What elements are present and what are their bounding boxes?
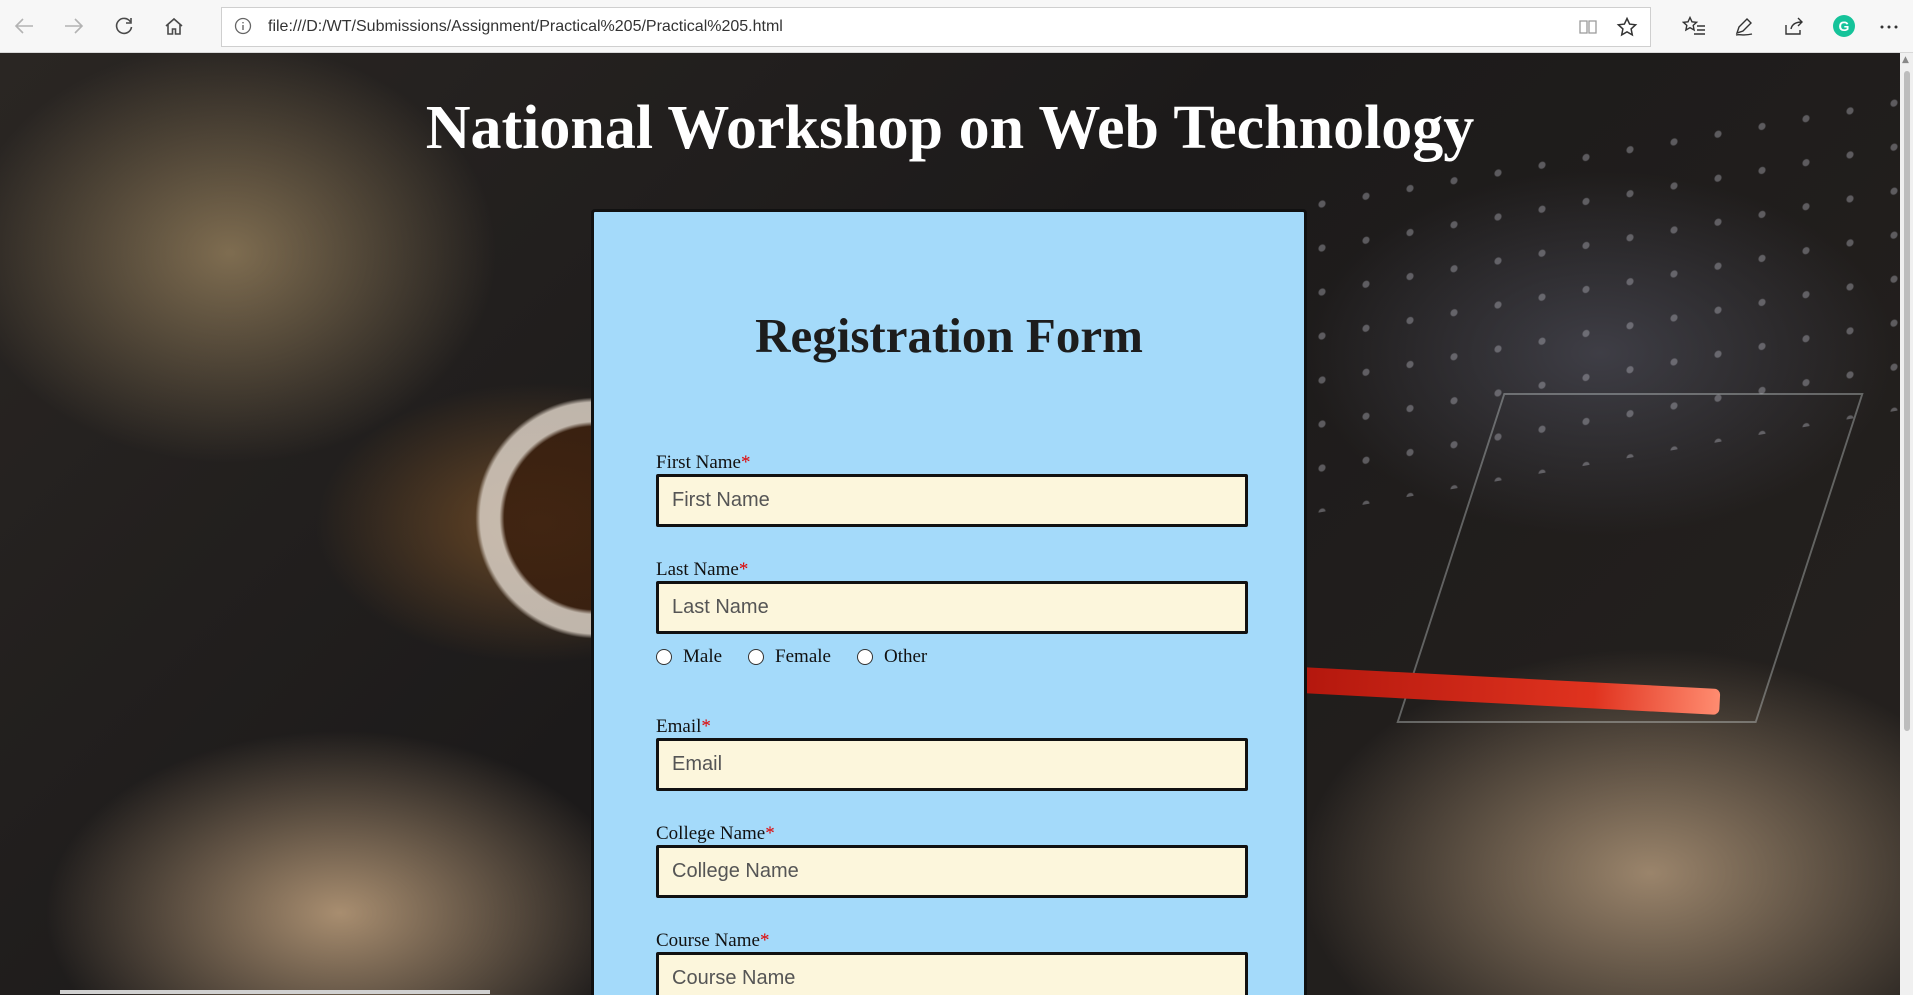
required-asterisk: * bbox=[759, 930, 770, 951]
scrollbar-thumb[interactable] bbox=[1904, 71, 1910, 731]
horizontal-scroll-indicator bbox=[60, 990, 490, 994]
page-heading: National Workshop on Web Technology bbox=[425, 94, 1475, 162]
more-dots-icon bbox=[1880, 25, 1898, 29]
female-radio-label: Female bbox=[775, 646, 831, 667]
female-radio-button[interactable] bbox=[748, 649, 765, 665]
page-viewport: National Workshop on Web Technology Regi… bbox=[0, 53, 1900, 995]
college-name-label: College Name* bbox=[656, 823, 775, 845]
last-name-input[interactable] bbox=[656, 581, 1248, 634]
share-button[interactable] bbox=[1777, 9, 1811, 43]
other-radio-label: Other bbox=[883, 646, 928, 667]
grammarly-icon: G bbox=[1833, 15, 1855, 37]
college-name-label-text: College Name bbox=[656, 823, 766, 844]
required-asterisk: * bbox=[765, 823, 775, 844]
form-title: Registration Form bbox=[755, 308, 1143, 363]
other-radio-button[interactable] bbox=[856, 649, 873, 665]
url-text[interactable]: file:///D:/WT/Submissions/Assignment/Pra… bbox=[268, 18, 783, 36]
required-asterisk: * bbox=[740, 452, 751, 473]
gender-option-female[interactable]: Female bbox=[748, 646, 831, 668]
email-label: Email* bbox=[656, 716, 711, 738]
refresh-icon bbox=[115, 17, 133, 35]
gender-option-male[interactable]: Male bbox=[656, 646, 722, 668]
pen-notes-icon bbox=[1735, 18, 1753, 36]
last-name-label-text: Last Name bbox=[656, 559, 739, 580]
home-icon bbox=[165, 17, 183, 35]
registration-form: Registration Form First Name* Last Name*… bbox=[591, 209, 1307, 995]
male-radio-label: Male bbox=[683, 646, 723, 667]
required-asterisk: * bbox=[701, 716, 711, 737]
course-name-input[interactable] bbox=[656, 952, 1248, 995]
gender-radio-group: Male Female Other bbox=[656, 646, 953, 668]
college-name-input[interactable] bbox=[656, 845, 1248, 898]
favorites-button[interactable] bbox=[1677, 9, 1711, 43]
gender-option-other[interactable]: Other bbox=[856, 646, 928, 668]
favorites-list-icon bbox=[1682, 15, 1705, 35]
notes-button[interactable] bbox=[1727, 9, 1761, 43]
forward-arrow-icon bbox=[65, 18, 84, 34]
first-name-input[interactable] bbox=[656, 474, 1248, 527]
favorite-star-icon[interactable] bbox=[1616, 16, 1638, 42]
more-options-button[interactable] bbox=[1872, 9, 1906, 43]
back-arrow-icon bbox=[14, 18, 33, 34]
scroll-up-arrow-icon[interactable]: ▲ bbox=[1902, 55, 1909, 65]
grammarly-extension-button[interactable]: G bbox=[1827, 9, 1861, 43]
email-input[interactable] bbox=[656, 738, 1248, 791]
first-name-label: First Name* bbox=[656, 452, 750, 474]
male-radio-button[interactable] bbox=[656, 649, 672, 665]
address-bar[interactable]: file:///D:/WT/Submissions/Assignment/Pra… bbox=[221, 7, 1651, 47]
share-icon bbox=[1785, 17, 1803, 35]
reading-view-icon[interactable] bbox=[1578, 17, 1598, 41]
required-asterisk: * bbox=[738, 559, 749, 580]
info-icon[interactable] bbox=[234, 17, 252, 39]
home-button[interactable] bbox=[156, 8, 192, 44]
email-label-text: Email bbox=[656, 716, 702, 737]
last-name-label: Last Name* bbox=[656, 559, 748, 581]
browser-toolbar: file:///D:/WT/Submissions/Assignment/Pra… bbox=[0, 0, 1913, 53]
vertical-scrollbar[interactable]: ▲ bbox=[1900, 53, 1913, 995]
course-name-label: Course Name* bbox=[656, 930, 769, 952]
forward-button[interactable] bbox=[56, 8, 92, 44]
first-name-label-text: First Name bbox=[656, 452, 741, 473]
course-name-label-text: Course Name bbox=[656, 930, 760, 951]
back-button[interactable] bbox=[6, 8, 42, 44]
refresh-button[interactable] bbox=[106, 8, 142, 44]
